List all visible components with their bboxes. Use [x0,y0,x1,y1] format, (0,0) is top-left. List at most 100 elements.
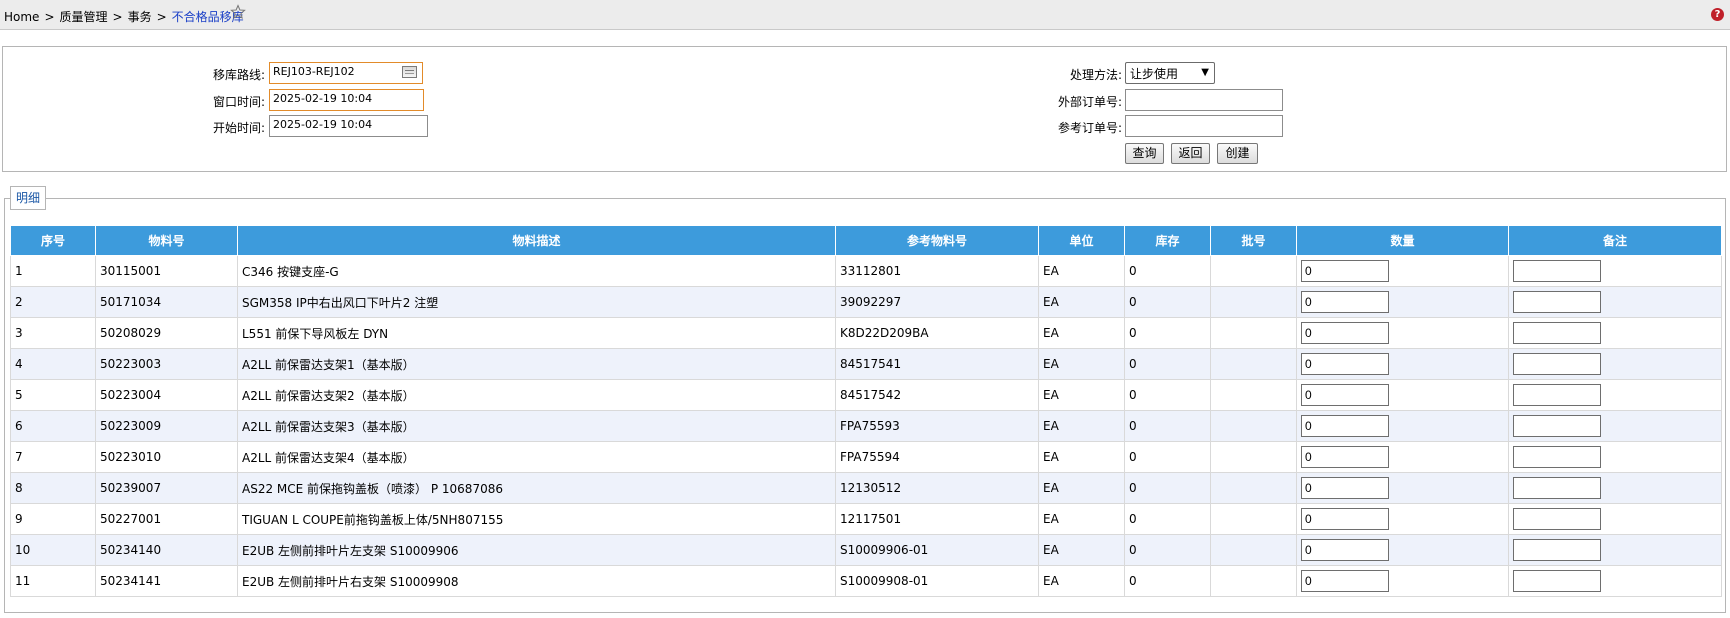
col-header-no[interactable]: 序号 [10,225,96,256]
remark-input[interactable] [1513,384,1601,406]
quantity-input[interactable] [1301,322,1389,344]
unit-cell: EA [1038,379,1125,411]
remark-input[interactable] [1513,353,1601,375]
col-header-stock[interactable]: 库存 [1124,225,1211,256]
batch-number-cell [1210,317,1297,349]
start-time-field[interactable]: 2025-02-19 10:04 [269,115,428,137]
route-field[interactable]: REJ103-REJ102 [269,62,423,84]
material-description-cell: SGM358 IP中右出风口下叶片2 注塑 [237,286,836,318]
col-header-material[interactable]: 物料号 [95,225,238,256]
remark-cell [1508,348,1722,380]
unit-cell: EA [1038,410,1125,442]
col-header-ref-material[interactable]: 参考物料号 [835,225,1039,256]
row-no-cell: 6 [10,410,96,442]
remark-input[interactable] [1513,446,1601,468]
breadcrumb-quality[interactable]: 质量管理 [60,10,108,24]
col-header-quantity[interactable]: 数量 [1296,225,1509,256]
col-header-unit[interactable]: 单位 [1038,225,1125,256]
row-no-cell: 8 [10,472,96,504]
col-header-remark[interactable]: 备注 [1508,225,1722,256]
material-description-cell: A2LL 前保雷达支架2（基本版） [237,379,836,411]
batch-number-cell [1210,441,1297,473]
help-icon[interactable]: ? [1711,8,1724,21]
material-number-cell: 50223009 [95,410,238,442]
chevron-down-icon: ▼ [1201,67,1209,78]
table-row[interactable]: 2 50171034 SGM358 IP中右出风口下叶片2 注塑 39092297 EA… [10,286,1722,318]
favorite-star-icon[interactable] [230,4,246,20]
remark-input[interactable] [1513,570,1601,592]
quantity-cell [1296,503,1509,535]
material-number-cell: 50171034 [95,286,238,318]
quantity-input[interactable] [1301,477,1389,499]
breadcrumb-home[interactable]: Home [4,10,39,24]
reference-order-field[interactable] [1125,115,1283,137]
ref-material-number-cell: K8D22D209BA [835,317,1039,349]
table-row[interactable]: 9 50227001 TIGUAN L COUPE前拖钩盖板上体/5NH807155… [10,503,1722,535]
material-number-cell: 50234141 [95,565,238,597]
table-row[interactable]: 5 50223004 A2LL 前保雷达支架2（基本版） 84517542 EA 0 [10,379,1722,411]
stock-cell: 0 [1124,348,1211,380]
remark-input[interactable] [1513,539,1601,561]
detail-legend: 明细 [10,186,47,210]
quantity-input[interactable] [1301,353,1389,375]
stock-cell: 0 [1124,472,1211,504]
batch-number-cell [1210,534,1297,566]
breadcrumb-separator: > [112,10,123,24]
query-button[interactable]: 查询 [1125,143,1164,164]
batch-number-cell [1210,472,1297,504]
quantity-input[interactable] [1301,415,1389,437]
table-row[interactable]: 1 30115001 C346 按键支座-G 33112801 EA 0 [10,255,1722,287]
remark-input[interactable] [1513,415,1601,437]
ref-material-number-cell: 84517541 [835,348,1039,380]
route-value: REJ103-REJ102 [273,65,355,78]
quantity-cell [1296,286,1509,318]
row-no-cell: 5 [10,379,96,411]
quantity-input[interactable] [1301,446,1389,468]
table-row[interactable]: 11 50234141 E2UB 左侧前排叶片右支架 S10009908 S10009… [10,565,1722,597]
material-number-cell: 50227001 [95,503,238,535]
create-button[interactable]: 创建 [1217,143,1258,164]
table-row[interactable]: 8 50239007 AS22 MCE 前保拖钩盖板（喷漆） P 10687086 1… [10,472,1722,504]
remark-input[interactable] [1513,291,1601,313]
quantity-input[interactable] [1301,539,1389,561]
col-header-batch[interactable]: 批号 [1210,225,1297,256]
quantity-input[interactable] [1301,384,1389,406]
stock-cell: 0 [1124,255,1211,287]
quantity-cell [1296,472,1509,504]
lookup-picker-icon[interactable] [402,66,417,78]
col-header-description[interactable]: 物料描述 [237,225,836,256]
ref-material-number-cell: S10009906-01 [835,534,1039,566]
unit-cell: EA [1038,441,1125,473]
table-row[interactable]: 3 50208029 L551 前保下导风板左 DYN K8D22D209BA EA 0 [10,317,1722,349]
batch-number-cell [1210,255,1297,287]
method-select[interactable]: 让步使用 ▼ [1125,62,1215,84]
material-description-cell: A2LL 前保雷达支架1（基本版） [237,348,836,380]
back-button[interactable]: 返回 [1171,143,1210,164]
material-description-cell: C346 按键支座-G [237,255,836,287]
unit-cell: EA [1038,317,1125,349]
external-order-field[interactable] [1125,89,1283,111]
table-row[interactable]: 10 50234140 E2UB 左侧前排叶片左支架 S10009906 S10009… [10,534,1722,566]
ref-material-number-cell: FPA75594 [835,441,1039,473]
table-row[interactable]: 4 50223003 A2LL 前保雷达支架1（基本版） 84517541 EA 0 [10,348,1722,380]
batch-number-cell [1210,410,1297,442]
remark-input[interactable] [1513,322,1601,344]
window-time-field[interactable]: 2025-02-19 10:04 [269,89,424,111]
material-number-cell: 50239007 [95,472,238,504]
remark-input[interactable] [1513,477,1601,499]
remark-input[interactable] [1513,508,1601,530]
table-row[interactable]: 7 50223010 A2LL 前保雷达支架4（基本版） FPA75594 EA 0 [10,441,1722,473]
breadcrumb-transaction[interactable]: 事务 [128,10,152,24]
batch-number-cell [1210,348,1297,380]
stock-cell: 0 [1124,410,1211,442]
table-row[interactable]: 6 50223009 A2LL 前保雷达支架3（基本版） FPA75593 EA 0 [10,410,1722,442]
quantity-input[interactable] [1301,570,1389,592]
quantity-input[interactable] [1301,260,1389,282]
quantity-input[interactable] [1301,291,1389,313]
detail-table: 序号 物料号 物料描述 参考物料号 单位 库存 批号 数量 备注 1 301150… [10,225,1722,597]
ref-material-number-cell: FPA75593 [835,410,1039,442]
ref-material-number-cell: 84517542 [835,379,1039,411]
stock-cell: 0 [1124,286,1211,318]
remark-input[interactable] [1513,260,1601,282]
quantity-input[interactable] [1301,508,1389,530]
